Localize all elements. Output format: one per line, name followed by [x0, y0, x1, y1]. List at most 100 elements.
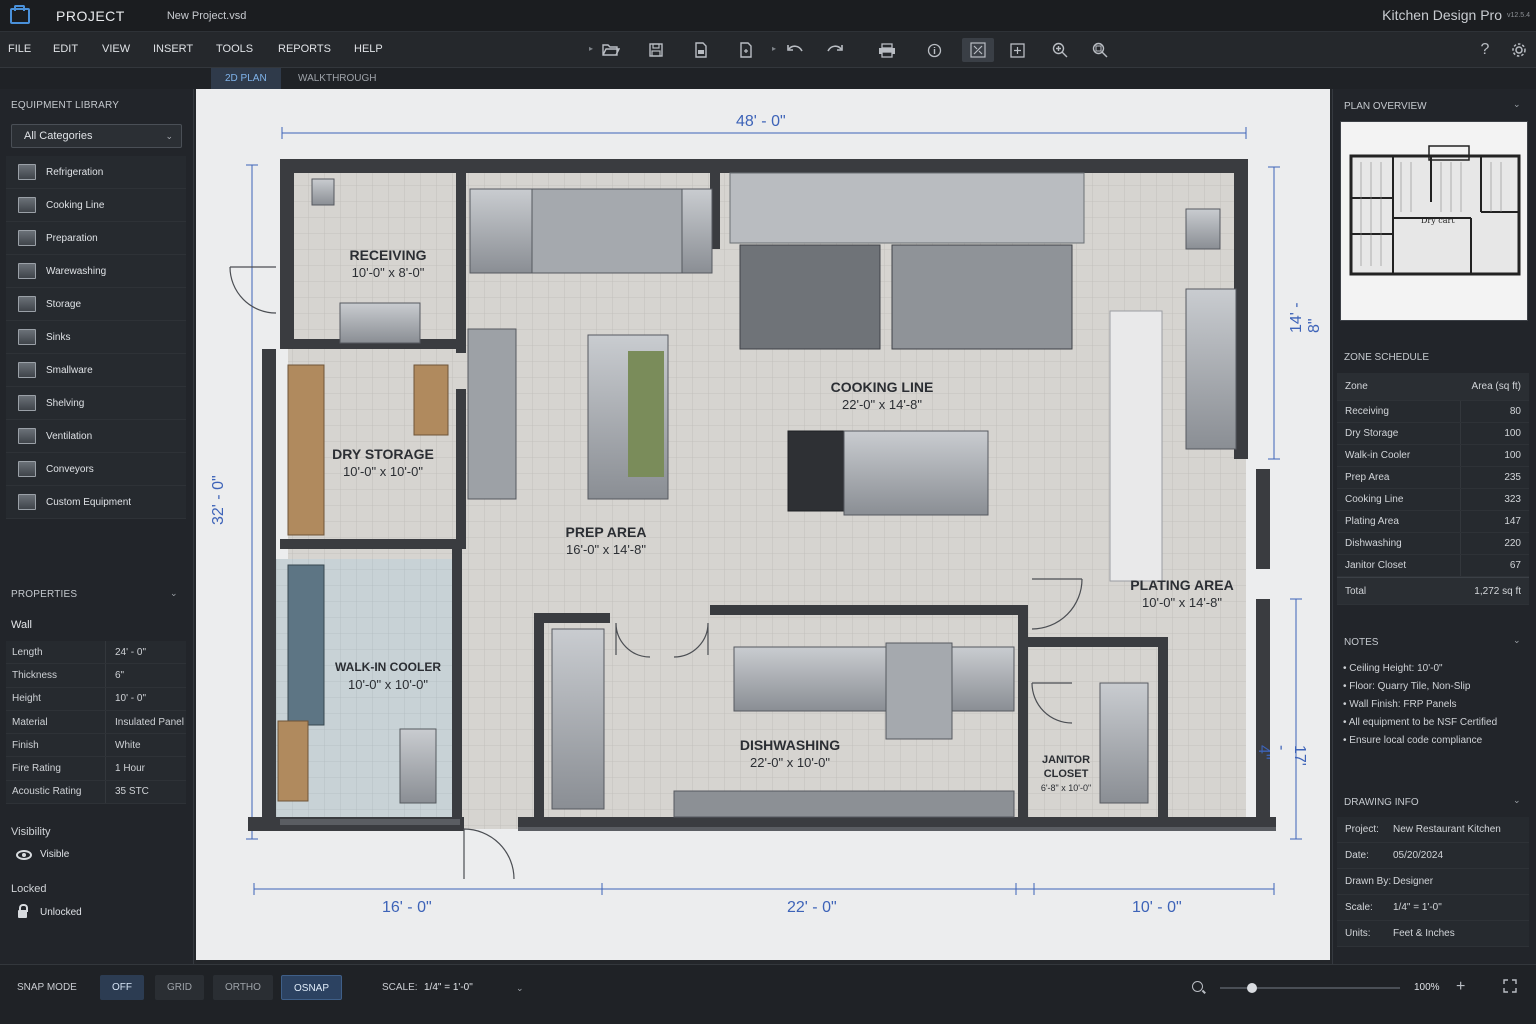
library-item-conveyors[interactable]: Conveyors	[6, 453, 186, 486]
lock-toggle[interactable]: Unlocked	[18, 904, 82, 918]
plan-canvas[interactable]: 48' - 0" 32' - 0" 14' - 8" 17' - 4" 16' …	[196, 89, 1330, 960]
info-icon[interactable]	[921, 38, 947, 62]
zone-label-dry-storage[interactable]: DRY STORAGE 10'-0" x 10'-0"	[322, 446, 444, 480]
snap-grid-button[interactable]: GRID	[155, 975, 204, 1000]
area-cell: 147	[1504, 516, 1521, 527]
table-row[interactable]: Prep Area 235	[1337, 467, 1529, 489]
zone-label-plating-area[interactable]: PLATING AREA 10'-0" x 14'-8"	[1116, 577, 1248, 611]
info-key: Scale:	[1345, 902, 1373, 913]
export-icon[interactable]	[688, 38, 714, 62]
property-row[interactable]: Acoustic Rating 35 STC	[6, 780, 186, 805]
info-value: 1/4" = 1'-0"	[1393, 902, 1442, 913]
menu-tools[interactable]: TOOLS	[216, 43, 253, 55]
property-value: 24' - 0"	[115, 646, 147, 658]
table-row[interactable]: Walk-in Cooler 100	[1337, 445, 1529, 467]
chevron-down-icon[interactable]: ⌄	[1513, 795, 1521, 806]
property-row[interactable]: Finish White	[6, 734, 186, 758]
library-item-ventilation[interactable]: Ventilation	[6, 420, 186, 453]
property-key: Fire Rating	[6, 757, 106, 780]
shelving-icon	[18, 395, 36, 411]
zone-label-prep-area[interactable]: PREP AREA 16'-0" x 14'-8"	[544, 524, 668, 558]
project-label[interactable]: PROJECT	[56, 8, 125, 24]
table-row[interactable]: Janitor Closet 67	[1337, 555, 1529, 577]
table-row[interactable]: Dishwashing 220	[1337, 533, 1529, 555]
locked-value: Unlocked	[40, 906, 82, 918]
property-row[interactable]: Material Insulated Panel	[6, 710, 186, 735]
zone-name: WALK-IN COOLER	[335, 660, 441, 674]
property-row[interactable]: Length 24' - 0"	[6, 641, 186, 665]
menu-reports[interactable]: REPORTS	[278, 43, 331, 55]
category-dropdown[interactable]: All Categories ⌄	[11, 124, 182, 148]
snap-off-button[interactable]: OFF	[100, 975, 144, 1000]
tab-2d-plan[interactable]: 2D PLAN	[211, 68, 281, 89]
snap-ortho-button[interactable]: ORTHO	[213, 975, 273, 1000]
zone-label-janitor-closet[interactable]: JANITOR CLOSET 6'-8" x 10'-0"	[1032, 753, 1100, 795]
new-doc-icon[interactable]	[733, 38, 759, 62]
chevron-down-icon: ⌄	[165, 131, 173, 141]
dimension-bottom-1: 16' - 0"	[382, 899, 432, 916]
menu-edit[interactable]: EDIT	[53, 43, 78, 55]
app-version: v12.5.4	[1507, 12, 1530, 19]
library-item-refrigeration[interactable]: Refrigeration	[6, 156, 186, 189]
table-row[interactable]: Dry Storage 100	[1337, 423, 1529, 445]
plan-overview-thumbnail[interactable]: Dry cart	[1340, 121, 1528, 321]
snap-osnap-button[interactable]: OSNAP	[281, 975, 343, 1000]
help-icon[interactable]: ?	[1472, 38, 1498, 62]
info-key: Units:	[1345, 928, 1371, 939]
library-item-sinks[interactable]: Sinks	[6, 321, 186, 354]
property-row[interactable]: Height 10' - 0"	[6, 687, 186, 711]
chevron-down-icon[interactable]: ⌄	[1513, 635, 1521, 646]
menu-file[interactable]: FILE	[8, 43, 31, 55]
zoom-in-plus-icon[interactable]: +	[1456, 978, 1465, 996]
print-icon[interactable]	[874, 38, 900, 62]
library-item-smallware[interactable]: Smallware	[6, 354, 186, 387]
zone-label-walk-in-cooler[interactable]: WALK-IN COOLER 10'-0" x 10'-0"	[326, 659, 450, 693]
library-item-label: Conveyors	[46, 463, 94, 475]
table-row[interactable]: Receiving 80	[1337, 401, 1529, 423]
zone-name: RECEIVING	[349, 247, 427, 263]
zoom-slider-handle[interactable]	[1247, 983, 1258, 993]
zone-cell: Cooking Line	[1337, 489, 1461, 510]
chevron-down-icon[interactable]: ⌄	[170, 588, 178, 599]
zoom-extents-icon[interactable]	[1087, 38, 1113, 62]
library-item-custom-equipment[interactable]: Custom Equipment	[6, 486, 186, 519]
scale-label: SCALE:	[382, 982, 418, 993]
zoom-slider[interactable]	[1220, 983, 1400, 993]
menu-insert[interactable]: INSERT	[153, 43, 193, 55]
library-item-warewashing[interactable]: Warewashing	[6, 255, 186, 288]
chevron-down-icon[interactable]: ⌄	[1513, 99, 1521, 110]
zone-label-cooking-line[interactable]: COOKING LINE 22'-0" x 14'-8"	[812, 379, 952, 413]
property-row[interactable]: Fire Rating 1 Hour	[6, 757, 186, 781]
menu-view[interactable]: VIEW	[102, 43, 130, 55]
fit-page-icon[interactable]	[1004, 38, 1030, 62]
undo-icon[interactable]	[782, 38, 808, 62]
property-value: White	[115, 739, 141, 751]
menu-help[interactable]: HELP	[354, 43, 383, 55]
fullscreen-icon[interactable]	[1503, 979, 1517, 993]
zone-schedule-table: Zone Area (sq ft) Receiving 80 Dry Storage…	[1337, 373, 1529, 605]
table-row[interactable]: Plating Area 147	[1337, 511, 1529, 533]
scale-dropdown-chevron-icon[interactable]: ⌄	[516, 983, 524, 994]
info-row: Units: Feet & Inches	[1337, 921, 1529, 947]
tab-walkthrough[interactable]: WALKTHROUGH	[284, 68, 391, 89]
save-icon[interactable]	[643, 38, 669, 62]
library-item-label: Preparation	[46, 232, 98, 244]
library-item-shelving[interactable]: Shelving	[6, 387, 186, 420]
zoom-in-icon[interactable]	[1047, 38, 1073, 62]
area-cell: 67	[1509, 560, 1521, 571]
notes-list: • Ceiling Height: 10'-0" • Floor: Quarry…	[1343, 663, 1529, 753]
zone-label-receiving[interactable]: RECEIVING 10'-0" x 8'-0"	[326, 247, 450, 281]
library-item-preparation[interactable]: Preparation	[6, 222, 186, 255]
redo-icon[interactable]	[822, 38, 848, 62]
library-item-storage[interactable]: Storage	[6, 288, 186, 321]
visibility-value: Visible	[40, 849, 70, 860]
visibility-toggle[interactable]: Visible	[16, 849, 69, 860]
settings-gear-icon[interactable]	[1506, 38, 1532, 62]
property-row[interactable]: Thickness 6"	[6, 664, 186, 688]
open-icon[interactable]	[598, 38, 624, 62]
zoom-out-icon[interactable]	[1192, 981, 1203, 992]
library-item-cooking-line[interactable]: Cooking Line	[6, 189, 186, 222]
table-row[interactable]: Cooking Line 323	[1337, 489, 1529, 511]
zone-label-dishwashing[interactable]: DISHWASHING 22'-0" x 10'-0"	[722, 737, 858, 771]
grid-view-icon[interactable]	[962, 38, 994, 62]
